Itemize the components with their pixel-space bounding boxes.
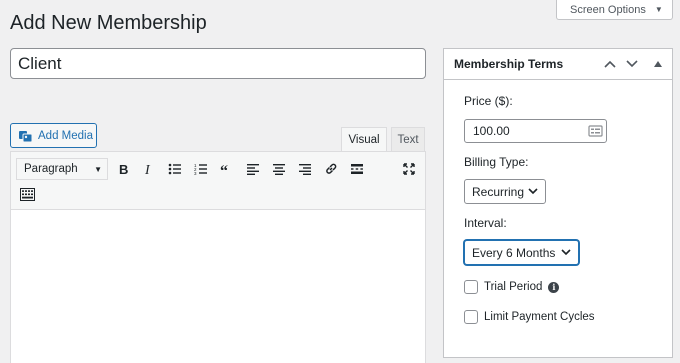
chevron-down-icon (528, 188, 538, 195)
move-down-icon[interactable] (624, 56, 640, 72)
align-left-icon[interactable] (244, 160, 262, 178)
link-icon[interactable] (322, 160, 340, 178)
billing-type-value: Recurring (472, 184, 525, 199)
media-icon (19, 130, 33, 142)
membership-terms-title: Membership Terms (454, 57, 564, 71)
price-input[interactable]: 100.00 (464, 119, 607, 143)
add-media-button[interactable]: Add Media (10, 123, 97, 148)
content-editor[interactable]: Paragraph ▼ B I 1 2 3 “ (10, 151, 426, 363)
toolbar-toggle-icon[interactable] (18, 185, 36, 203)
trial-period-row: Trial Period i (464, 280, 560, 294)
caret-down-icon: ▼ (654, 5, 663, 14)
format-select-value: Paragraph (24, 163, 78, 175)
limit-payment-cycles-label[interactable]: Limit Payment Cycles (484, 311, 595, 323)
interval-label: Interval: (464, 216, 507, 230)
align-center-icon[interactable] (270, 160, 288, 178)
editor-toolbar: Paragraph ▼ B I 1 2 3 “ (11, 152, 425, 210)
interval-select[interactable]: Every 6 Months (464, 240, 579, 265)
svg-text:I: I (144, 163, 151, 176)
italic-icon[interactable]: I (140, 160, 158, 178)
read-more-icon[interactable] (348, 160, 366, 178)
tab-visual[interactable]: Visual (341, 127, 387, 152)
add-media-label: Add Media (38, 129, 93, 142)
limit-payment-cycles-row: Limit Payment Cycles (464, 310, 595, 324)
svg-text:3: 3 (194, 171, 197, 175)
screen-options-label: Screen Options (570, 3, 646, 16)
fullscreen-icon[interactable] (400, 160, 418, 178)
title-input[interactable] (10, 48, 426, 79)
chevron-down-icon (561, 249, 571, 256)
format-select[interactable]: Paragraph ▼ (16, 158, 108, 180)
calculator-icon (588, 125, 603, 137)
trial-period-checkbox[interactable] (464, 280, 478, 294)
align-right-icon[interactable] (296, 160, 314, 178)
price-value: 100.00 (473, 124, 510, 138)
bulleted-list-icon[interactable] (166, 160, 184, 178)
page-title: Add New Membership (10, 12, 207, 34)
interval-value: Every 6 Months (472, 245, 556, 260)
membership-terms-panel: Membership Terms Price ($): 100.00 Billi… (443, 48, 673, 358)
move-up-icon[interactable] (602, 56, 618, 72)
svg-text:B: B (119, 163, 128, 176)
caret-down-icon: ▼ (94, 165, 102, 174)
billing-type-select[interactable]: Recurring (464, 179, 546, 204)
limit-payment-cycles-checkbox[interactable] (464, 310, 478, 324)
info-icon[interactable]: i (548, 281, 560, 293)
numbered-list-icon[interactable]: 1 2 3 (192, 160, 210, 178)
blockquote-icon[interactable]: “ (218, 160, 236, 178)
membership-terms-header: Membership Terms (444, 49, 672, 80)
screen-options-button[interactable]: Screen Options ▼ (556, 0, 673, 20)
price-label: Price ($): (464, 94, 513, 108)
tab-text[interactable]: Text (391, 127, 425, 152)
svg-text:“: “ (220, 163, 228, 175)
trial-period-label[interactable]: Trial Period (484, 281, 542, 293)
billing-type-label: Billing Type: (464, 155, 529, 169)
collapse-toggle-icon[interactable] (650, 56, 666, 72)
bold-icon[interactable]: B (115, 160, 133, 178)
